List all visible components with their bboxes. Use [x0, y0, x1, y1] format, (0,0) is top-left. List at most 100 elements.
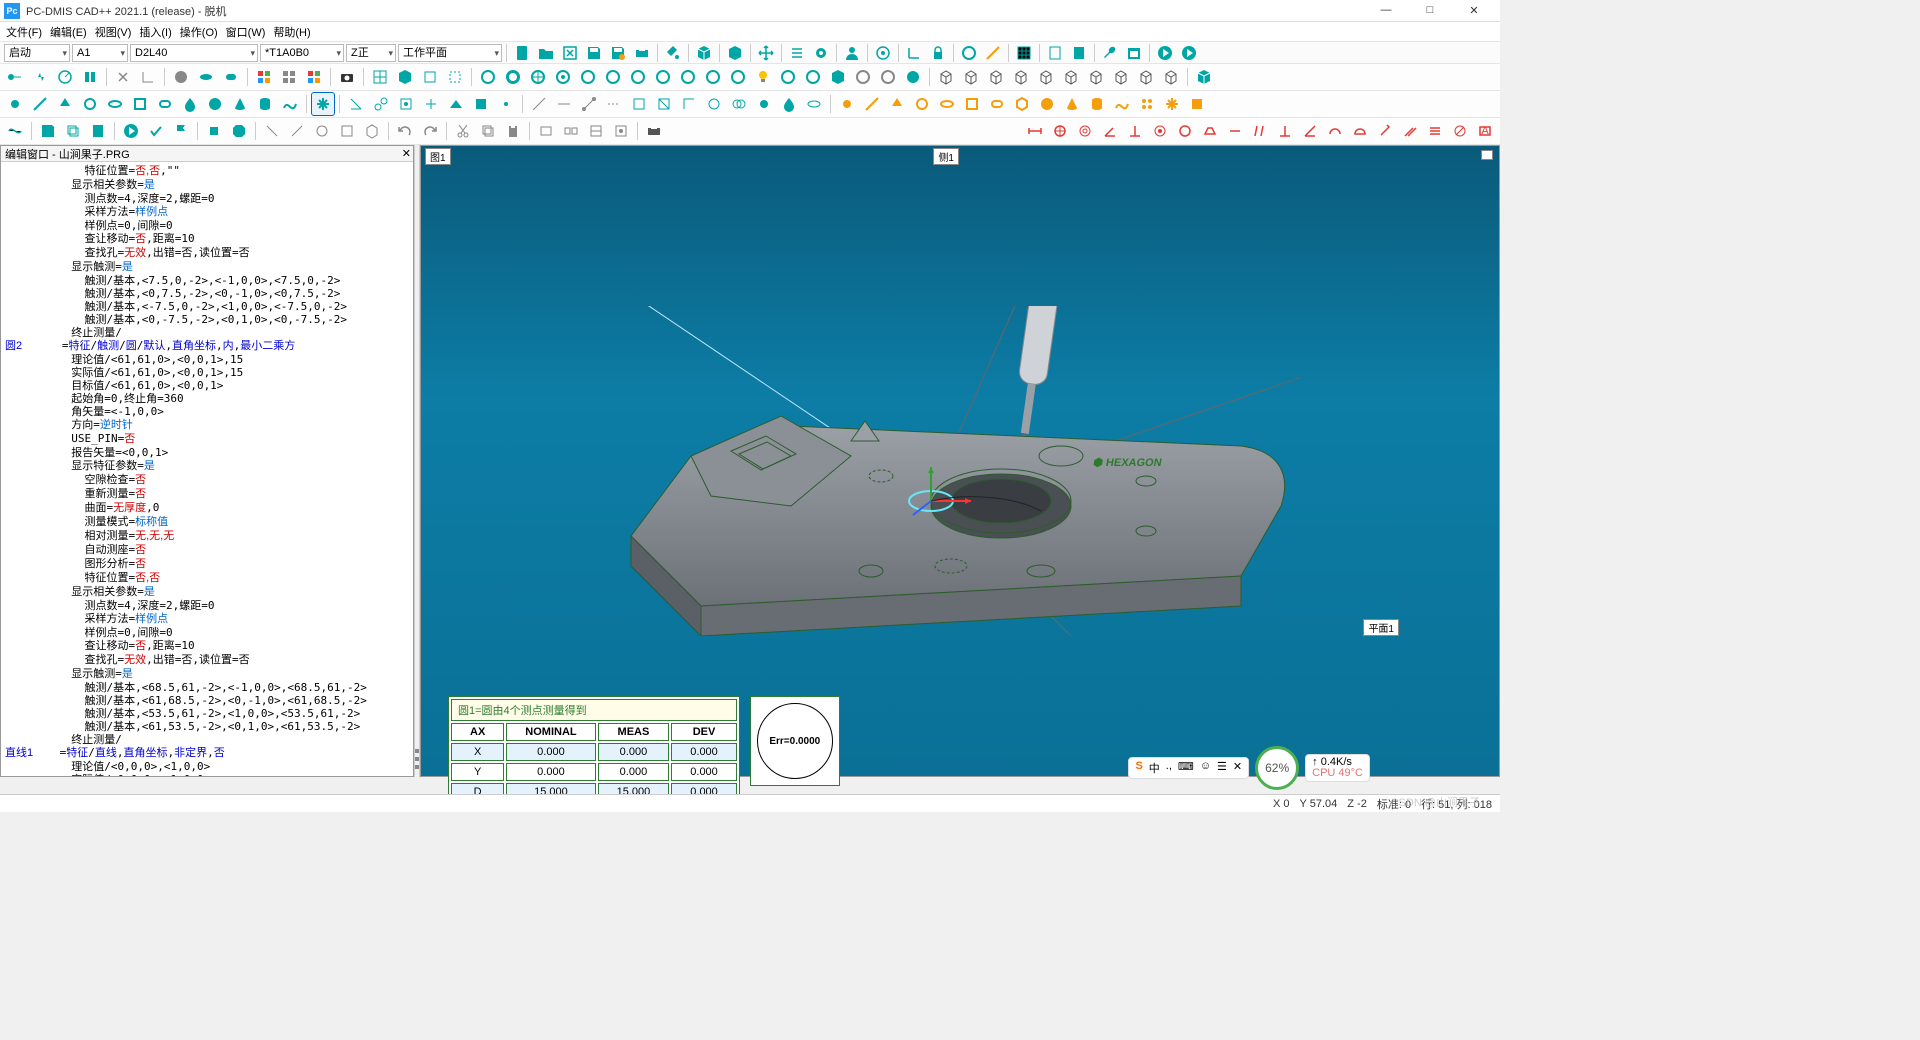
tb2-d-icon[interactable]	[444, 66, 466, 88]
probe-icon[interactable]	[662, 42, 684, 64]
gdt-tgt-icon[interactable]	[1149, 120, 1171, 142]
grid-icon[interactable]	[1013, 42, 1035, 64]
oup-icon[interactable]	[886, 93, 908, 115]
line-icon[interactable]	[982, 42, 1004, 64]
ring12-icon[interactable]	[777, 66, 799, 88]
save-icon[interactable]	[583, 42, 605, 64]
ocone-icon[interactable]	[1061, 93, 1083, 115]
target-icon[interactable]	[872, 42, 894, 64]
tb2-c-icon[interactable]	[419, 66, 441, 88]
tb2-grid-icon[interactable]	[253, 66, 275, 88]
tb4-oct-icon[interactable]	[228, 120, 250, 142]
tb3-q-icon[interactable]	[753, 93, 775, 115]
play2-icon[interactable]	[1178, 42, 1200, 64]
perf-ring[interactable]: 62%	[1255, 746, 1299, 790]
gdt-flat-icon[interactable]	[1199, 120, 1221, 142]
tb4-doc-icon[interactable]	[87, 120, 109, 142]
tb3-e-icon[interactable]	[445, 93, 467, 115]
wcube8-icon[interactable]	[1110, 66, 1132, 88]
camera-icon[interactable]	[336, 66, 358, 88]
tb2-grid3-icon[interactable]	[303, 66, 325, 88]
cut-icon[interactable]	[452, 120, 474, 142]
dd-angle[interactable]: *T1A0B0	[260, 44, 344, 62]
rr-icon[interactable]	[154, 93, 176, 115]
perf-box[interactable]: ↑ 0.4K/sCPU 49°C	[1305, 754, 1370, 782]
gear-icon[interactable]	[810, 42, 832, 64]
cone-icon[interactable]	[229, 93, 251, 115]
tb4-b-icon[interactable]	[286, 120, 308, 142]
cyl-icon[interactable]	[254, 93, 276, 115]
tb4-save-icon[interactable]	[37, 120, 59, 142]
tb2-b-icon[interactable]	[394, 66, 416, 88]
asterisk-icon[interactable]	[312, 93, 334, 115]
cubeT-icon[interactable]	[827, 66, 849, 88]
ring10-icon[interactable]	[702, 66, 724, 88]
gdt-sym-icon[interactable]	[1424, 120, 1446, 142]
menu-insert[interactable]: 插入(I)	[139, 24, 171, 40]
minimize-button[interactable]: —	[1372, 4, 1400, 17]
ring13-icon[interactable]	[802, 66, 824, 88]
sph-icon[interactable]	[204, 93, 226, 115]
doc1-icon[interactable]	[1044, 42, 1066, 64]
saveas-icon[interactable]	[607, 42, 629, 64]
gdt-par-icon[interactable]	[1249, 120, 1271, 142]
gdt-box-icon[interactable]: A	[1474, 120, 1496, 142]
cube-icon[interactable]	[693, 42, 715, 64]
ln-icon[interactable]	[29, 93, 51, 115]
cad-viewport[interactable]: 图1 侧1 平面1	[420, 145, 1500, 777]
tb3-s-icon[interactable]	[803, 93, 825, 115]
oell-icon[interactable]	[936, 93, 958, 115]
ring1-icon[interactable]	[477, 66, 499, 88]
print2-icon[interactable]	[643, 120, 665, 142]
tb3-k-icon[interactable]	[603, 93, 625, 115]
tb4-e-icon[interactable]	[361, 120, 383, 142]
close-button[interactable]: ✕	[1460, 4, 1488, 17]
ring2-icon[interactable]	[502, 66, 524, 88]
gdt-run2-icon[interactable]	[1399, 120, 1421, 142]
play1-icon[interactable]	[1154, 42, 1176, 64]
lock-icon[interactable]	[927, 42, 949, 64]
maximize-button[interactable]: □	[1416, 4, 1444, 17]
wcube10-icon[interactable]	[1160, 66, 1182, 88]
tb3-c-icon[interactable]	[395, 93, 417, 115]
gdt-dia-icon[interactable]	[1449, 120, 1471, 142]
bulb-icon[interactable]	[752, 66, 774, 88]
wcube6-icon[interactable]	[1060, 66, 1082, 88]
tb3-j-icon[interactable]	[578, 93, 600, 115]
tb3-h-icon[interactable]	[528, 93, 550, 115]
ring11-icon[interactable]	[727, 66, 749, 88]
ell-icon[interactable]	[104, 93, 126, 115]
new-icon[interactable]	[511, 42, 533, 64]
ocurve-icon[interactable]	[1111, 93, 1133, 115]
tb2-6-icon[interactable]	[137, 66, 159, 88]
ring7-icon[interactable]	[627, 66, 649, 88]
gdt-ang-icon[interactable]	[1099, 120, 1121, 142]
circle-icon[interactable]	[958, 42, 980, 64]
edit-window-header[interactable]: 编辑窗口 - 山涧果子.PRG ✕	[1, 146, 413, 162]
ring15-icon[interactable]	[877, 66, 899, 88]
menu-help[interactable]: 帮助(H)	[273, 24, 310, 40]
wcube3-icon[interactable]	[985, 66, 1007, 88]
tb3-i-icon[interactable]	[553, 93, 575, 115]
tb3-r-icon[interactable]	[778, 93, 800, 115]
oset-icon[interactable]	[1136, 93, 1158, 115]
gdt-perp-icon[interactable]	[1124, 120, 1146, 142]
tb4-1-icon[interactable]	[4, 120, 26, 142]
tb3-b-icon[interactable]	[370, 93, 392, 115]
gdt-prof2-icon[interactable]	[1349, 120, 1371, 142]
orr-icon[interactable]	[986, 93, 1008, 115]
open-icon[interactable]	[535, 42, 557, 64]
gdt-perp2-icon[interactable]	[1274, 120, 1296, 142]
menu-operate[interactable]: 操作(O)	[180, 24, 218, 40]
curve-icon[interactable]	[279, 93, 301, 115]
tb2-7-icon[interactable]	[170, 66, 192, 88]
ime-bar[interactable]: S 中 ., ⌨ ☺ ☰ ✕	[1128, 757, 1249, 779]
doc2-icon[interactable]	[1068, 42, 1090, 64]
print-icon[interactable]	[631, 42, 653, 64]
axis-icon[interactable]	[903, 42, 925, 64]
tb3-g-icon[interactable]	[495, 93, 517, 115]
tb2-2-icon[interactable]	[29, 66, 51, 88]
ring16-icon[interactable]	[902, 66, 924, 88]
dd-start[interactable]: 启动	[4, 44, 70, 62]
gdt-angl-icon[interactable]	[1299, 120, 1321, 142]
